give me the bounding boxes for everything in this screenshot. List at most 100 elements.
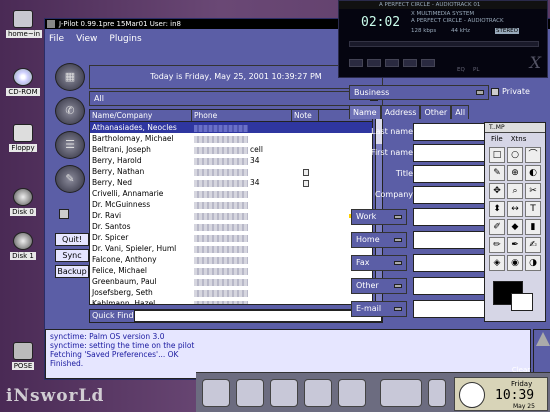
contact-list[interactable]: Name/Company Phone Note Athanasiades, Ne… bbox=[89, 109, 373, 305]
desktop-icon-disk1[interactable]: Disk 1 bbox=[6, 232, 40, 260]
contact-row[interactable]: Dr. Vani, Spieler, Huml bbox=[90, 243, 372, 254]
list-scrollbar[interactable] bbox=[375, 109, 383, 305]
phone-other-field[interactable] bbox=[413, 277, 489, 295]
tool-icon[interactable]: ◉ bbox=[507, 255, 523, 271]
sync-button[interactable]: Sync bbox=[55, 249, 89, 262]
contact-row[interactable]: Bartholomay, Michael bbox=[90, 133, 372, 144]
desktop-icon-pose[interactable]: POSE bbox=[6, 342, 40, 370]
memo-app-button[interactable]: ✎ bbox=[55, 165, 85, 193]
prev-icon[interactable] bbox=[349, 59, 363, 67]
phone-type-home-select[interactable]: Home bbox=[351, 232, 407, 248]
stop-icon[interactable] bbox=[403, 59, 417, 67]
tool-icon[interactable]: ◈ bbox=[489, 255, 505, 271]
taskbar-monitor-icon[interactable] bbox=[428, 379, 446, 407]
play-icon[interactable] bbox=[367, 59, 381, 67]
company-field[interactable] bbox=[413, 186, 489, 204]
background-color-swatch[interactable] bbox=[511, 293, 533, 311]
pause-icon[interactable] bbox=[385, 59, 399, 67]
address-app-button[interactable]: ✆ bbox=[55, 97, 85, 125]
tool-icon[interactable]: ▮ bbox=[525, 219, 541, 235]
phone-email-field[interactable] bbox=[413, 300, 489, 318]
tab-all[interactable]: All bbox=[451, 105, 470, 119]
tool-icon[interactable]: ✎ bbox=[489, 165, 505, 181]
note-icon[interactable] bbox=[302, 179, 309, 187]
phone-fax-field[interactable] bbox=[413, 254, 489, 272]
toolbox-title[interactable]: T..MP bbox=[485, 123, 545, 133]
tool-icon[interactable]: ○ bbox=[507, 147, 523, 163]
tool-icon[interactable]: ✏ bbox=[489, 237, 505, 253]
title-field[interactable] bbox=[413, 165, 489, 183]
taskbar-editor-icon[interactable] bbox=[304, 379, 332, 407]
header-note[interactable]: Note bbox=[292, 110, 319, 121]
detail-category-select[interactable]: Business bbox=[349, 85, 489, 100]
phone-home-field[interactable] bbox=[413, 231, 489, 249]
private-checkbox[interactable]: Private bbox=[491, 87, 530, 96]
contact-row[interactable]: Athanasiades, Neocles bbox=[90, 122, 372, 133]
menu-file[interactable]: File bbox=[49, 34, 64, 44]
contact-row[interactable]: Dr. Spicer bbox=[90, 232, 372, 243]
contact-row[interactable]: Berry, Ned 34 bbox=[90, 177, 372, 188]
next-icon[interactable] bbox=[421, 59, 435, 67]
desktop-icon-disk0[interactable]: Disk 0 bbox=[6, 188, 40, 216]
taskbar-mushroom-icon[interactable] bbox=[338, 379, 366, 407]
tool-icon[interactable]: ✍ bbox=[525, 237, 541, 253]
taskbar-notepad-icon[interactable] bbox=[270, 379, 298, 407]
tool-icon[interactable]: ↔ bbox=[507, 201, 523, 217]
tool-icon[interactable]: ⌒ bbox=[525, 147, 541, 163]
last-name-field[interactable] bbox=[413, 123, 489, 141]
contact-row[interactable]: Berry, Nathan bbox=[90, 166, 372, 177]
tool-icon[interactable]: ✥ bbox=[489, 183, 505, 199]
contact-row[interactable]: Dr. McGuinness bbox=[90, 199, 372, 210]
contact-row[interactable]: Beltrani, Joseph cell bbox=[90, 144, 372, 155]
tool-icon[interactable]: T bbox=[525, 201, 541, 217]
tab-name[interactable]: Name bbox=[349, 105, 381, 119]
quit-button[interactable]: Quit! bbox=[55, 233, 89, 246]
datebook-app-button[interactable]: ▦ bbox=[55, 63, 85, 91]
desktop-icon-floppy[interactable]: Floppy bbox=[6, 124, 40, 152]
phone-type-fax-select[interactable]: Fax bbox=[351, 255, 407, 271]
contact-row[interactable]: Kahlmann, Hazel bbox=[90, 298, 372, 304]
toolbox-menu-xtns[interactable]: Xtns bbox=[511, 135, 527, 143]
lock-icon[interactable] bbox=[59, 209, 69, 219]
menu-plugins[interactable]: Plugins bbox=[109, 34, 141, 44]
quickfind-input[interactable] bbox=[134, 310, 382, 322]
phone-type-work-select[interactable]: Work bbox=[351, 209, 407, 225]
tab-address[interactable]: Address bbox=[380, 105, 421, 119]
taskbar-launcher-icon[interactable] bbox=[202, 379, 230, 407]
contact-row[interactable]: Dr. Santos bbox=[90, 221, 372, 232]
contact-row[interactable]: Josefsberg, Seth bbox=[90, 287, 372, 298]
tool-icon[interactable]: ◆ bbox=[507, 219, 523, 235]
desktop-icon-cdrom[interactable]: CD-ROM bbox=[6, 68, 40, 96]
contact-row[interactable]: Felice, Michael bbox=[90, 265, 372, 276]
desktop-icon-home[interactable]: home~in bbox=[6, 10, 43, 38]
taskbar-pager[interactable] bbox=[380, 379, 422, 407]
header-phone[interactable]: Phone bbox=[192, 110, 292, 121]
phone-type-other-select[interactable]: Other bbox=[351, 278, 407, 294]
contact-row[interactable]: Greenbaum, Paul bbox=[90, 276, 372, 287]
tool-icon[interactable]: ✒ bbox=[507, 237, 523, 253]
arrow-up-icon[interactable] bbox=[536, 332, 550, 346]
contact-row[interactable]: Crivelli, Annamarie bbox=[90, 188, 372, 199]
menu-view[interactable]: View bbox=[76, 34, 97, 44]
header-name[interactable]: Name/Company bbox=[90, 110, 192, 121]
xmms-playlist-toggle[interactable]: PL bbox=[473, 67, 479, 73]
xmms-eq-toggle[interactable]: EQ bbox=[457, 67, 465, 73]
contact-row[interactable]: Dr. Ravi bbox=[90, 210, 372, 221]
tool-icon[interactable]: □ bbox=[489, 147, 505, 163]
tool-icon[interactable]: ✐ bbox=[489, 219, 505, 235]
tool-icon[interactable]: ◐ bbox=[525, 165, 541, 181]
category-filter-select[interactable]: All bbox=[89, 91, 383, 106]
tool-icon[interactable]: ⊕ bbox=[507, 165, 523, 181]
first-name-field[interactable] bbox=[413, 144, 489, 162]
tool-icon[interactable]: ✂ bbox=[525, 183, 541, 199]
tool-icon[interactable]: ⬍ bbox=[489, 201, 505, 217]
window-menu-icon[interactable] bbox=[47, 20, 55, 28]
backup-button[interactable]: Backup bbox=[55, 265, 89, 278]
todo-app-button[interactable]: ☰ bbox=[55, 131, 85, 159]
xmms-caption[interactable]: A PERFECT CIRCLE - AUDIOTRACK 01 bbox=[339, 1, 547, 9]
contact-row[interactable]: Berry, Harold 34 bbox=[90, 155, 372, 166]
tab-other[interactable]: Other bbox=[420, 105, 452, 119]
contact-row[interactable]: Falcone, Anthony bbox=[90, 254, 372, 265]
phone-work-field[interactable] bbox=[413, 208, 489, 226]
phone-type-email-select[interactable]: E-mail bbox=[351, 301, 407, 317]
